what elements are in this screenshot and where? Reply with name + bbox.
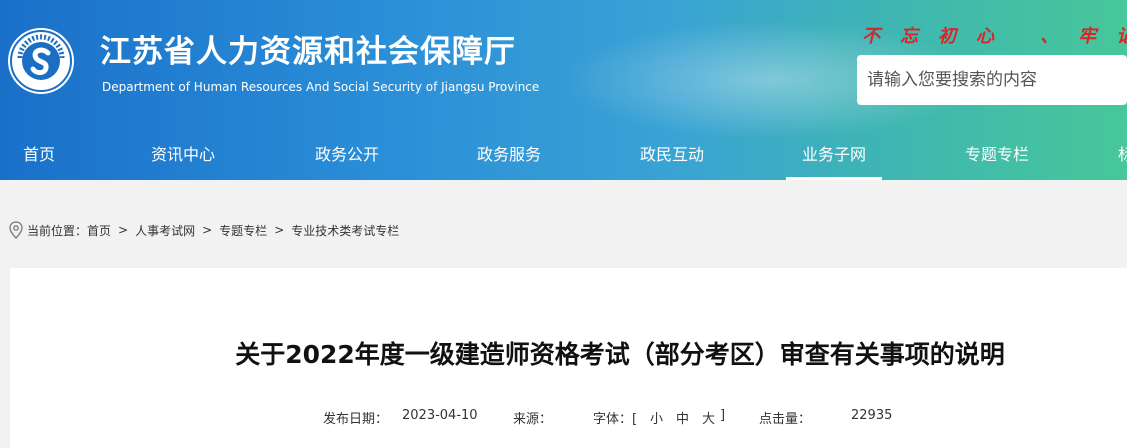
font-size-large-button[interactable]: 大 [702, 408, 715, 427]
breadcrumb: 当前位置： 首页 > 人事考试网 > 专题专栏 > 专业技术类考试专栏 [8, 220, 399, 240]
nav-item-more[interactable]: 标 [1118, 130, 1127, 180]
breadcrumb-separator: > [274, 223, 285, 237]
views-label: 点击量： [759, 412, 812, 427]
article-title: 关于2022年度一级建造师资格考试（部分考区）审查有关事项的说明 [235, 340, 1005, 369]
breadcrumb-separator: > [118, 223, 129, 237]
publish-date: 2023-04-10 [402, 408, 478, 423]
nav-item-home[interactable]: 首页 [20, 130, 58, 180]
search-input[interactable] [857, 55, 1127, 105]
breadcrumb-item[interactable]: 首页 [87, 222, 111, 239]
site-header: 江苏省人力资源和社会保障厅 Department of Human Resour… [0, 0, 1127, 180]
location-pin-icon [8, 221, 24, 239]
font-size-label: 字体：[ [593, 412, 638, 427]
nav-item-gov-open[interactable]: 政务公开 [310, 130, 384, 180]
site-subtitle: Department of Human Resources And Social… [102, 80, 540, 94]
font-size-small-button[interactable]: 小 [650, 408, 663, 427]
site-logo[interactable] [8, 28, 74, 94]
breadcrumb-item[interactable]: 人事考试网 [135, 222, 195, 239]
main-nav: 首页 资讯中心 政务公开 政务服务 政民互动 业务子网 专题专栏 标 [0, 130, 1127, 180]
site-title: 江苏省人力资源和社会保障厅 [100, 34, 516, 70]
breadcrumb-item[interactable]: 专业技术类考试专栏 [291, 222, 399, 239]
nav-item-topics[interactable]: 专题专栏 [960, 130, 1034, 180]
nav-item-business[interactable]: 业务子网 [786, 130, 882, 180]
source-label: 来源： [513, 412, 553, 427]
nav-item-gov-service[interactable]: 政务服务 [472, 130, 546, 180]
views-count: 22935 [851, 408, 893, 423]
publish-date-label: 发布日期： [323, 412, 389, 427]
breadcrumb-prefix: 当前位置： [27, 223, 88, 238]
jiangsu-hrss-logo-icon [10, 30, 72, 92]
slogan: 不忘初心 、牢记 [862, 26, 1127, 47]
breadcrumb-separator: > [202, 223, 213, 237]
nav-item-interaction[interactable]: 政民互动 [635, 130, 709, 180]
font-size-close-bracket: ] [720, 408, 726, 423]
font-size-medium-button[interactable]: 中 [676, 408, 689, 427]
article-container: 关于2022年度一级建造师资格考试（部分考区）审查有关事项的说明 发布日期： 2… [10, 268, 1127, 448]
nav-item-news[interactable]: 资讯中心 [146, 130, 220, 180]
breadcrumb-item[interactable]: 专题专栏 [219, 222, 267, 239]
